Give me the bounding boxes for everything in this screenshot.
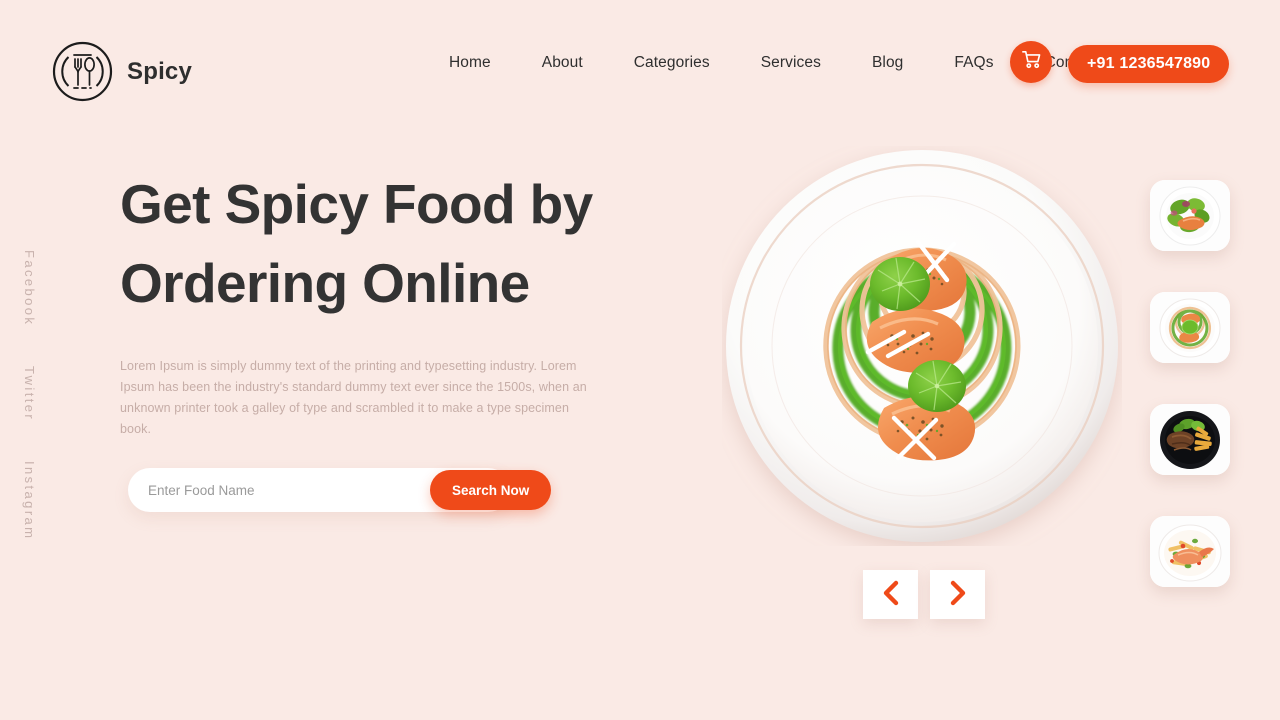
- carousel-next-button[interactable]: [930, 570, 985, 619]
- page-title: Get Spicy Food by Ordering Online: [120, 173, 593, 314]
- hero-description: Lorem Ipsum is simply dummy text of the …: [120, 359, 587, 436]
- site-header: Spicy Home About Categories Services Blo…: [0, 0, 1280, 128]
- landing-page: Spicy Home About Categories Services Blo…: [0, 0, 1280, 720]
- carousel-controls: [863, 570, 985, 619]
- nav-item-categories[interactable]: Categories: [634, 54, 710, 72]
- nav-item-about[interactable]: About: [542, 54, 583, 72]
- thumbnail-salmon-green-swirl[interactable]: [1150, 292, 1230, 363]
- social-link-instagram[interactable]: Instagram: [22, 461, 37, 540]
- cart-button[interactable]: [1010, 41, 1052, 83]
- nav-item-faqs[interactable]: FAQs: [954, 54, 993, 72]
- social-link-twitter[interactable]: Twitter: [22, 366, 37, 421]
- thumbnail-salmon-salad[interactable]: [1150, 180, 1230, 251]
- hero-copy: Get Spicy Food by Ordering Online Lorem …: [120, 165, 660, 440]
- carousel-prev-button[interactable]: [863, 570, 918, 619]
- hero-food-image: [722, 146, 1122, 546]
- thumbnail-steak-and-fries[interactable]: [1150, 404, 1230, 475]
- search-input[interactable]: [148, 469, 398, 511]
- chevron-left-icon: [880, 580, 902, 609]
- brand-name: Spicy: [127, 57, 193, 85]
- thumbnail-shrimp-pasta[interactable]: [1150, 516, 1230, 587]
- fork-spoon-plate-icon: [52, 41, 113, 102]
- nav-item-home[interactable]: Home: [449, 54, 491, 72]
- shopping-cart-icon: [1020, 48, 1043, 76]
- search-now-button[interactable]: Search Now: [430, 470, 552, 510]
- chevron-right-icon: [947, 580, 969, 609]
- brand-logo[interactable]: Spicy: [52, 41, 192, 102]
- thumbnail-rail: [1150, 180, 1230, 587]
- nav-item-services[interactable]: Services: [761, 54, 821, 72]
- main-navigation: Home About Categories Services Blog FAQs…: [449, 54, 1107, 72]
- social-links-rail: Facebook Twitter Instagram: [22, 250, 48, 581]
- phone-cta-button[interactable]: +91 1236547890: [1068, 45, 1230, 83]
- social-link-facebook[interactable]: Facebook: [22, 250, 37, 326]
- nav-item-blog[interactable]: Blog: [872, 54, 903, 72]
